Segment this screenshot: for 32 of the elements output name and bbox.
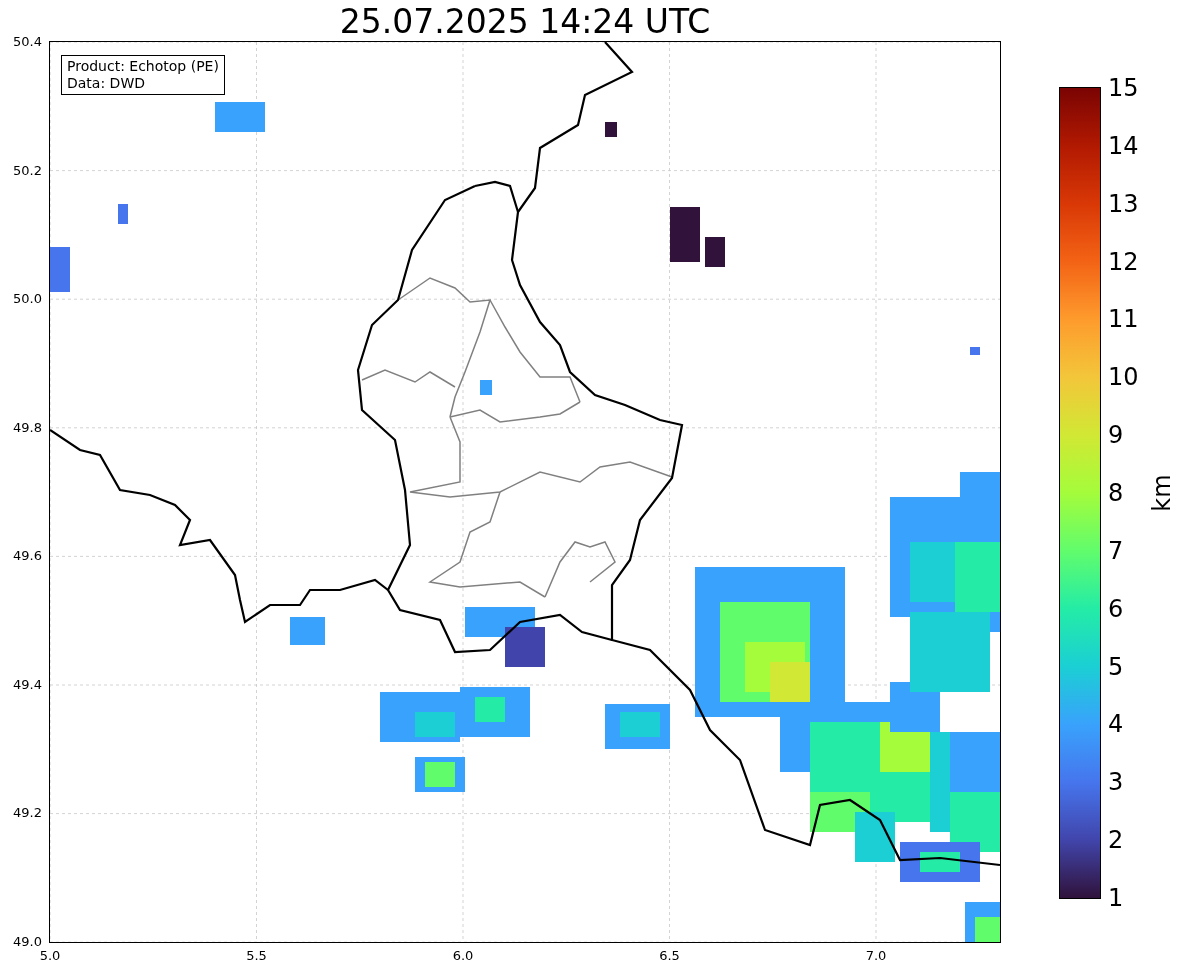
y-tick-label: 49.6 xyxy=(13,548,42,565)
y-tick-label: 50.2 xyxy=(13,162,42,179)
colorbar-tick-label: 14 xyxy=(1108,131,1139,160)
colorbar-tick-label: 12 xyxy=(1108,247,1139,276)
colorbar-label: km xyxy=(1147,474,1176,512)
y-tick-label: 50.4 xyxy=(13,34,42,50)
y-tick-label: 49.8 xyxy=(13,419,42,436)
chart-title: 25.07.2025 14:24 UTC xyxy=(338,2,712,42)
colorbar-tick-label: 2 xyxy=(1108,826,1124,855)
colorbar-tick-label: 8 xyxy=(1108,479,1124,507)
colorbar-tick-label: 3 xyxy=(1108,768,1124,797)
colorbar-tick-label: 11 xyxy=(1108,305,1139,334)
x-tick-label: 6.5 xyxy=(659,948,680,963)
y-tick-label: 49.4 xyxy=(13,676,42,693)
colorbar-tick-label: 10 xyxy=(1108,363,1139,392)
colorbar-tick-label: 7 xyxy=(1108,536,1124,565)
colorbar-tick-label: 6 xyxy=(1108,594,1124,623)
y-tick-label: 49.0 xyxy=(13,934,42,950)
colorbar-tick-label: 15 xyxy=(1108,74,1139,102)
colorbar-tick-label: 4 xyxy=(1108,710,1124,739)
x-tick-label: 7.0 xyxy=(865,948,887,963)
x-tick-label: 6.0 xyxy=(452,948,474,963)
legend-text: Product: Echotop (PE) xyxy=(67,58,219,75)
x-tick-label: 5.5 xyxy=(246,948,267,963)
y-tick-label: 49.2 xyxy=(13,805,42,822)
x-tick-label: 5.0 xyxy=(39,948,61,963)
colorbar-tick-label: 9 xyxy=(1108,421,1124,450)
legend-text: Data: DWD xyxy=(67,75,146,92)
colorbar-tick-label: 5 xyxy=(1108,652,1124,681)
y-tick-label: 50.0 xyxy=(13,291,42,308)
colorbar-tick-label: 1 xyxy=(1108,884,1124,912)
colorbar-tick-label: 13 xyxy=(1108,189,1139,218)
